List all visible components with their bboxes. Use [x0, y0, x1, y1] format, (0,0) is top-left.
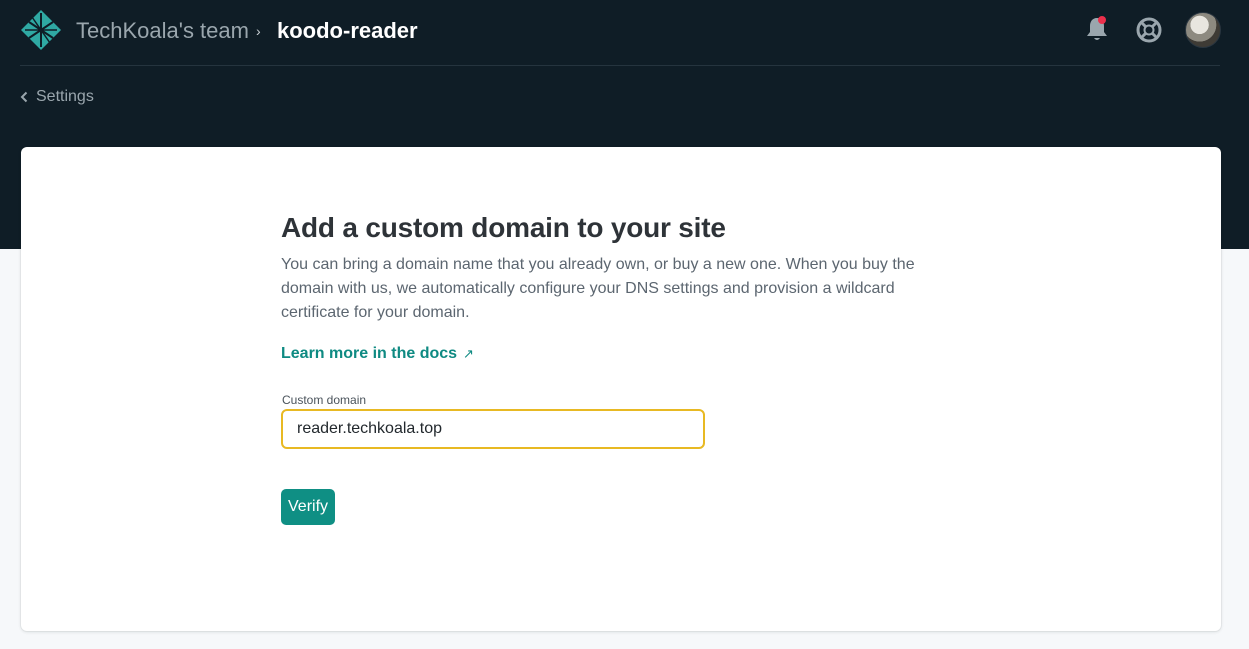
external-link-icon: ↗ [463, 346, 474, 361]
breadcrumb-separator-icon: › [256, 23, 261, 39]
custom-domain-form: Add a custom domain to your site You can… [281, 209, 941, 525]
custom-domain-input[interactable] [281, 409, 705, 449]
docs-link[interactable]: Learn more in the docs ↗ [281, 343, 474, 365]
user-avatar[interactable] [1185, 12, 1221, 48]
docs-link-label: Learn more in the docs [281, 345, 458, 362]
custom-domain-card: Add a custom domain to your site You can… [21, 147, 1221, 631]
top-navigation-bar: TechKoala's team › koodo-reader [0, 0, 1249, 64]
custom-domain-label: Custom domain [282, 393, 367, 407]
notification-dot [1098, 16, 1106, 24]
verify-button[interactable]: Verify [281, 489, 336, 525]
description-text: You can bring a domain name that you alr… [281, 256, 915, 321]
lifebuoy-icon[interactable] [1136, 17, 1162, 43]
chevron-left-icon [20, 91, 28, 103]
netlify-logo-icon[interactable] [20, 9, 62, 51]
header-divider [20, 65, 1220, 66]
bell-icon[interactable] [1084, 15, 1110, 43]
back-to-settings-link[interactable]: Settings [20, 86, 94, 108]
site-name[interactable]: koodo-reader [277, 17, 418, 45]
team-name-link[interactable]: TechKoala's team [76, 17, 249, 45]
page-title: Add a custom domain to your site [281, 212, 726, 243]
back-label: Settings [36, 88, 94, 105]
page: TechKoala's team › koodo-reader Settings… [0, 0, 1249, 649]
